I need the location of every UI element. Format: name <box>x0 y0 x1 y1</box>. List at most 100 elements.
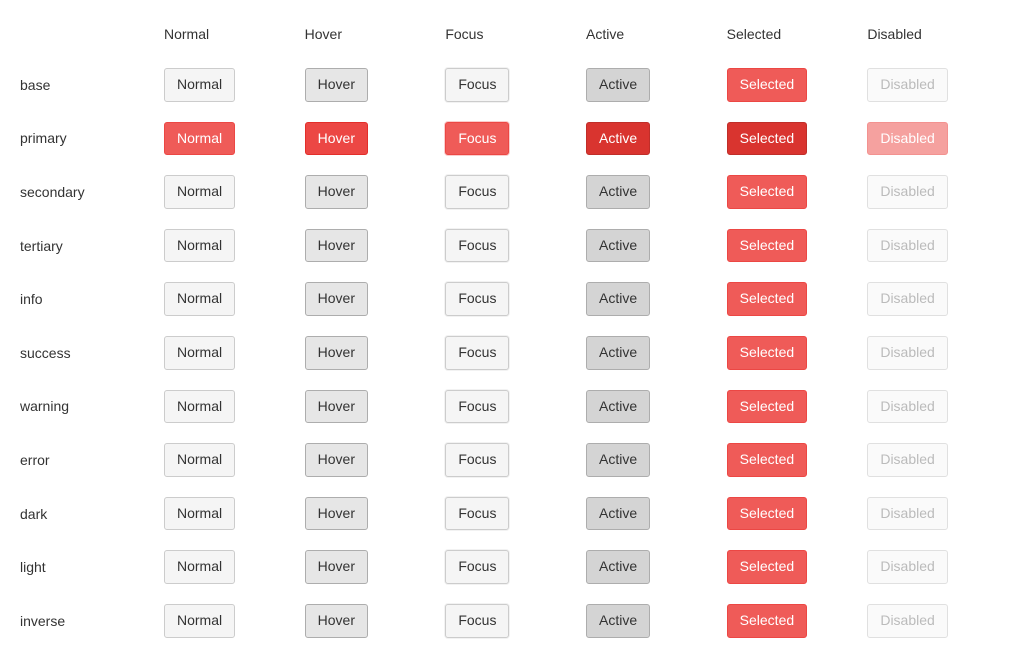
button-tertiary-active[interactable]: Active <box>586 229 650 263</box>
cell-secondary-disabled: Disabled <box>867 175 1004 209</box>
button-dark-hover[interactable]: Hover <box>305 497 368 531</box>
cell-primary-focus: Focus <box>445 122 582 156</box>
cell-warning-normal: Normal <box>164 390 301 424</box>
button-primary-normal[interactable]: Normal <box>164 122 235 156</box>
button-primary-hover[interactable]: Hover <box>305 122 368 156</box>
button-info-active[interactable]: Active <box>586 282 650 316</box>
button-dark-active[interactable]: Active <box>586 497 650 531</box>
cell-tertiary-active: Active <box>586 229 723 263</box>
cell-error-active: Active <box>586 443 723 477</box>
button-base-hover[interactable]: Hover <box>305 68 368 102</box>
cell-tertiary-hover: Hover <box>305 229 442 263</box>
button-secondary-disabled: Disabled <box>867 175 947 209</box>
button-error-selected[interactable]: Selected <box>727 443 807 477</box>
button-tertiary-selected[interactable]: Selected <box>727 229 807 263</box>
button-info-hover[interactable]: Hover <box>305 282 368 316</box>
corner-cell <box>20 28 160 40</box>
button-success-active[interactable]: Active <box>586 336 650 370</box>
button-info-focus[interactable]: Focus <box>445 282 509 316</box>
button-inverse-focus[interactable]: Focus <box>445 604 509 638</box>
button-error-hover[interactable]: Hover <box>305 443 368 477</box>
row-label-inverse: inverse <box>20 613 160 629</box>
cell-primary-active: Active <box>586 122 723 156</box>
button-tertiary-normal[interactable]: Normal <box>164 229 235 263</box>
cell-primary-hover: Hover <box>305 122 442 156</box>
button-success-normal[interactable]: Normal <box>164 336 235 370</box>
button-success-selected[interactable]: Selected <box>727 336 807 370</box>
button-light-hover[interactable]: Hover <box>305 550 368 584</box>
button-inverse-normal[interactable]: Normal <box>164 604 235 638</box>
cell-base-hover: Hover <box>305 68 442 102</box>
cell-dark-active: Active <box>586 497 723 531</box>
button-inverse-active[interactable]: Active <box>586 604 650 638</box>
button-secondary-hover[interactable]: Hover <box>305 175 368 209</box>
button-warning-focus[interactable]: Focus <box>445 390 509 424</box>
cell-light-active: Active <box>586 550 723 584</box>
cell-base-active: Active <box>586 68 723 102</box>
button-base-normal[interactable]: Normal <box>164 68 235 102</box>
row-label-error: error <box>20 452 160 468</box>
button-base-focus[interactable]: Focus <box>445 68 509 102</box>
column-header-disabled: Disabled <box>867 20 1004 48</box>
row-label-primary: primary <box>20 130 160 146</box>
button-error-active[interactable]: Active <box>586 443 650 477</box>
button-light-normal[interactable]: Normal <box>164 550 235 584</box>
button-tertiary-focus[interactable]: Focus <box>445 229 509 263</box>
button-tertiary-hover[interactable]: Hover <box>305 229 368 263</box>
cell-tertiary-selected: Selected <box>727 229 864 263</box>
cell-inverse-disabled: Disabled <box>867 604 1004 638</box>
cell-dark-selected: Selected <box>727 497 864 531</box>
button-warning-active[interactable]: Active <box>586 390 650 424</box>
cell-dark-normal: Normal <box>164 497 301 531</box>
button-error-focus[interactable]: Focus <box>445 443 509 477</box>
button-info-disabled: Disabled <box>867 282 947 316</box>
button-secondary-active[interactable]: Active <box>586 175 650 209</box>
button-secondary-normal[interactable]: Normal <box>164 175 235 209</box>
button-secondary-focus[interactable]: Focus <box>445 175 509 209</box>
button-light-selected[interactable]: Selected <box>727 550 807 584</box>
row-label-light: light <box>20 559 160 575</box>
button-info-selected[interactable]: Selected <box>727 282 807 316</box>
column-header-hover: Hover <box>305 20 442 48</box>
row-label-base: base <box>20 77 160 93</box>
button-inverse-selected[interactable]: Selected <box>727 604 807 638</box>
button-primary-selected[interactable]: Selected <box>727 122 807 156</box>
button-success-focus[interactable]: Focus <box>445 336 509 370</box>
button-base-active[interactable]: Active <box>586 68 650 102</box>
button-light-active[interactable]: Active <box>586 550 650 584</box>
cell-primary-normal: Normal <box>164 122 301 156</box>
button-dark-selected[interactable]: Selected <box>727 497 807 531</box>
cell-error-hover: Hover <box>305 443 442 477</box>
button-warning-hover[interactable]: Hover <box>305 390 368 424</box>
button-error-normal[interactable]: Normal <box>164 443 235 477</box>
button-info-normal[interactable]: Normal <box>164 282 235 316</box>
cell-info-normal: Normal <box>164 282 301 316</box>
button-primary-active[interactable]: Active <box>586 122 650 156</box>
button-inverse-hover[interactable]: Hover <box>305 604 368 638</box>
button-light-focus[interactable]: Focus <box>445 550 509 584</box>
cell-info-active: Active <box>586 282 723 316</box>
cell-error-selected: Selected <box>727 443 864 477</box>
cell-info-hover: Hover <box>305 282 442 316</box>
button-warning-selected[interactable]: Selected <box>727 390 807 424</box>
cell-light-focus: Focus <box>445 550 582 584</box>
button-warning-disabled: Disabled <box>867 390 947 424</box>
cell-error-normal: Normal <box>164 443 301 477</box>
button-warning-normal[interactable]: Normal <box>164 390 235 424</box>
button-inverse-disabled: Disabled <box>867 604 947 638</box>
button-primary-focus[interactable]: Focus <box>445 122 509 156</box>
button-secondary-selected[interactable]: Selected <box>727 175 807 209</box>
button-success-hover[interactable]: Hover <box>305 336 368 370</box>
cell-secondary-active: Active <box>586 175 723 209</box>
row-label-warning: warning <box>20 398 160 414</box>
button-base-selected[interactable]: Selected <box>727 68 807 102</box>
cell-light-normal: Normal <box>164 550 301 584</box>
cell-inverse-normal: Normal <box>164 604 301 638</box>
button-states-grid: NormalHoverFocusActiveSelectedDisabledba… <box>20 20 1004 638</box>
cell-tertiary-disabled: Disabled <box>867 229 1004 263</box>
button-dark-focus[interactable]: Focus <box>445 497 509 531</box>
button-dark-normal[interactable]: Normal <box>164 497 235 531</box>
cell-light-selected: Selected <box>727 550 864 584</box>
cell-dark-disabled: Disabled <box>867 497 1004 531</box>
button-dark-disabled: Disabled <box>867 497 947 531</box>
